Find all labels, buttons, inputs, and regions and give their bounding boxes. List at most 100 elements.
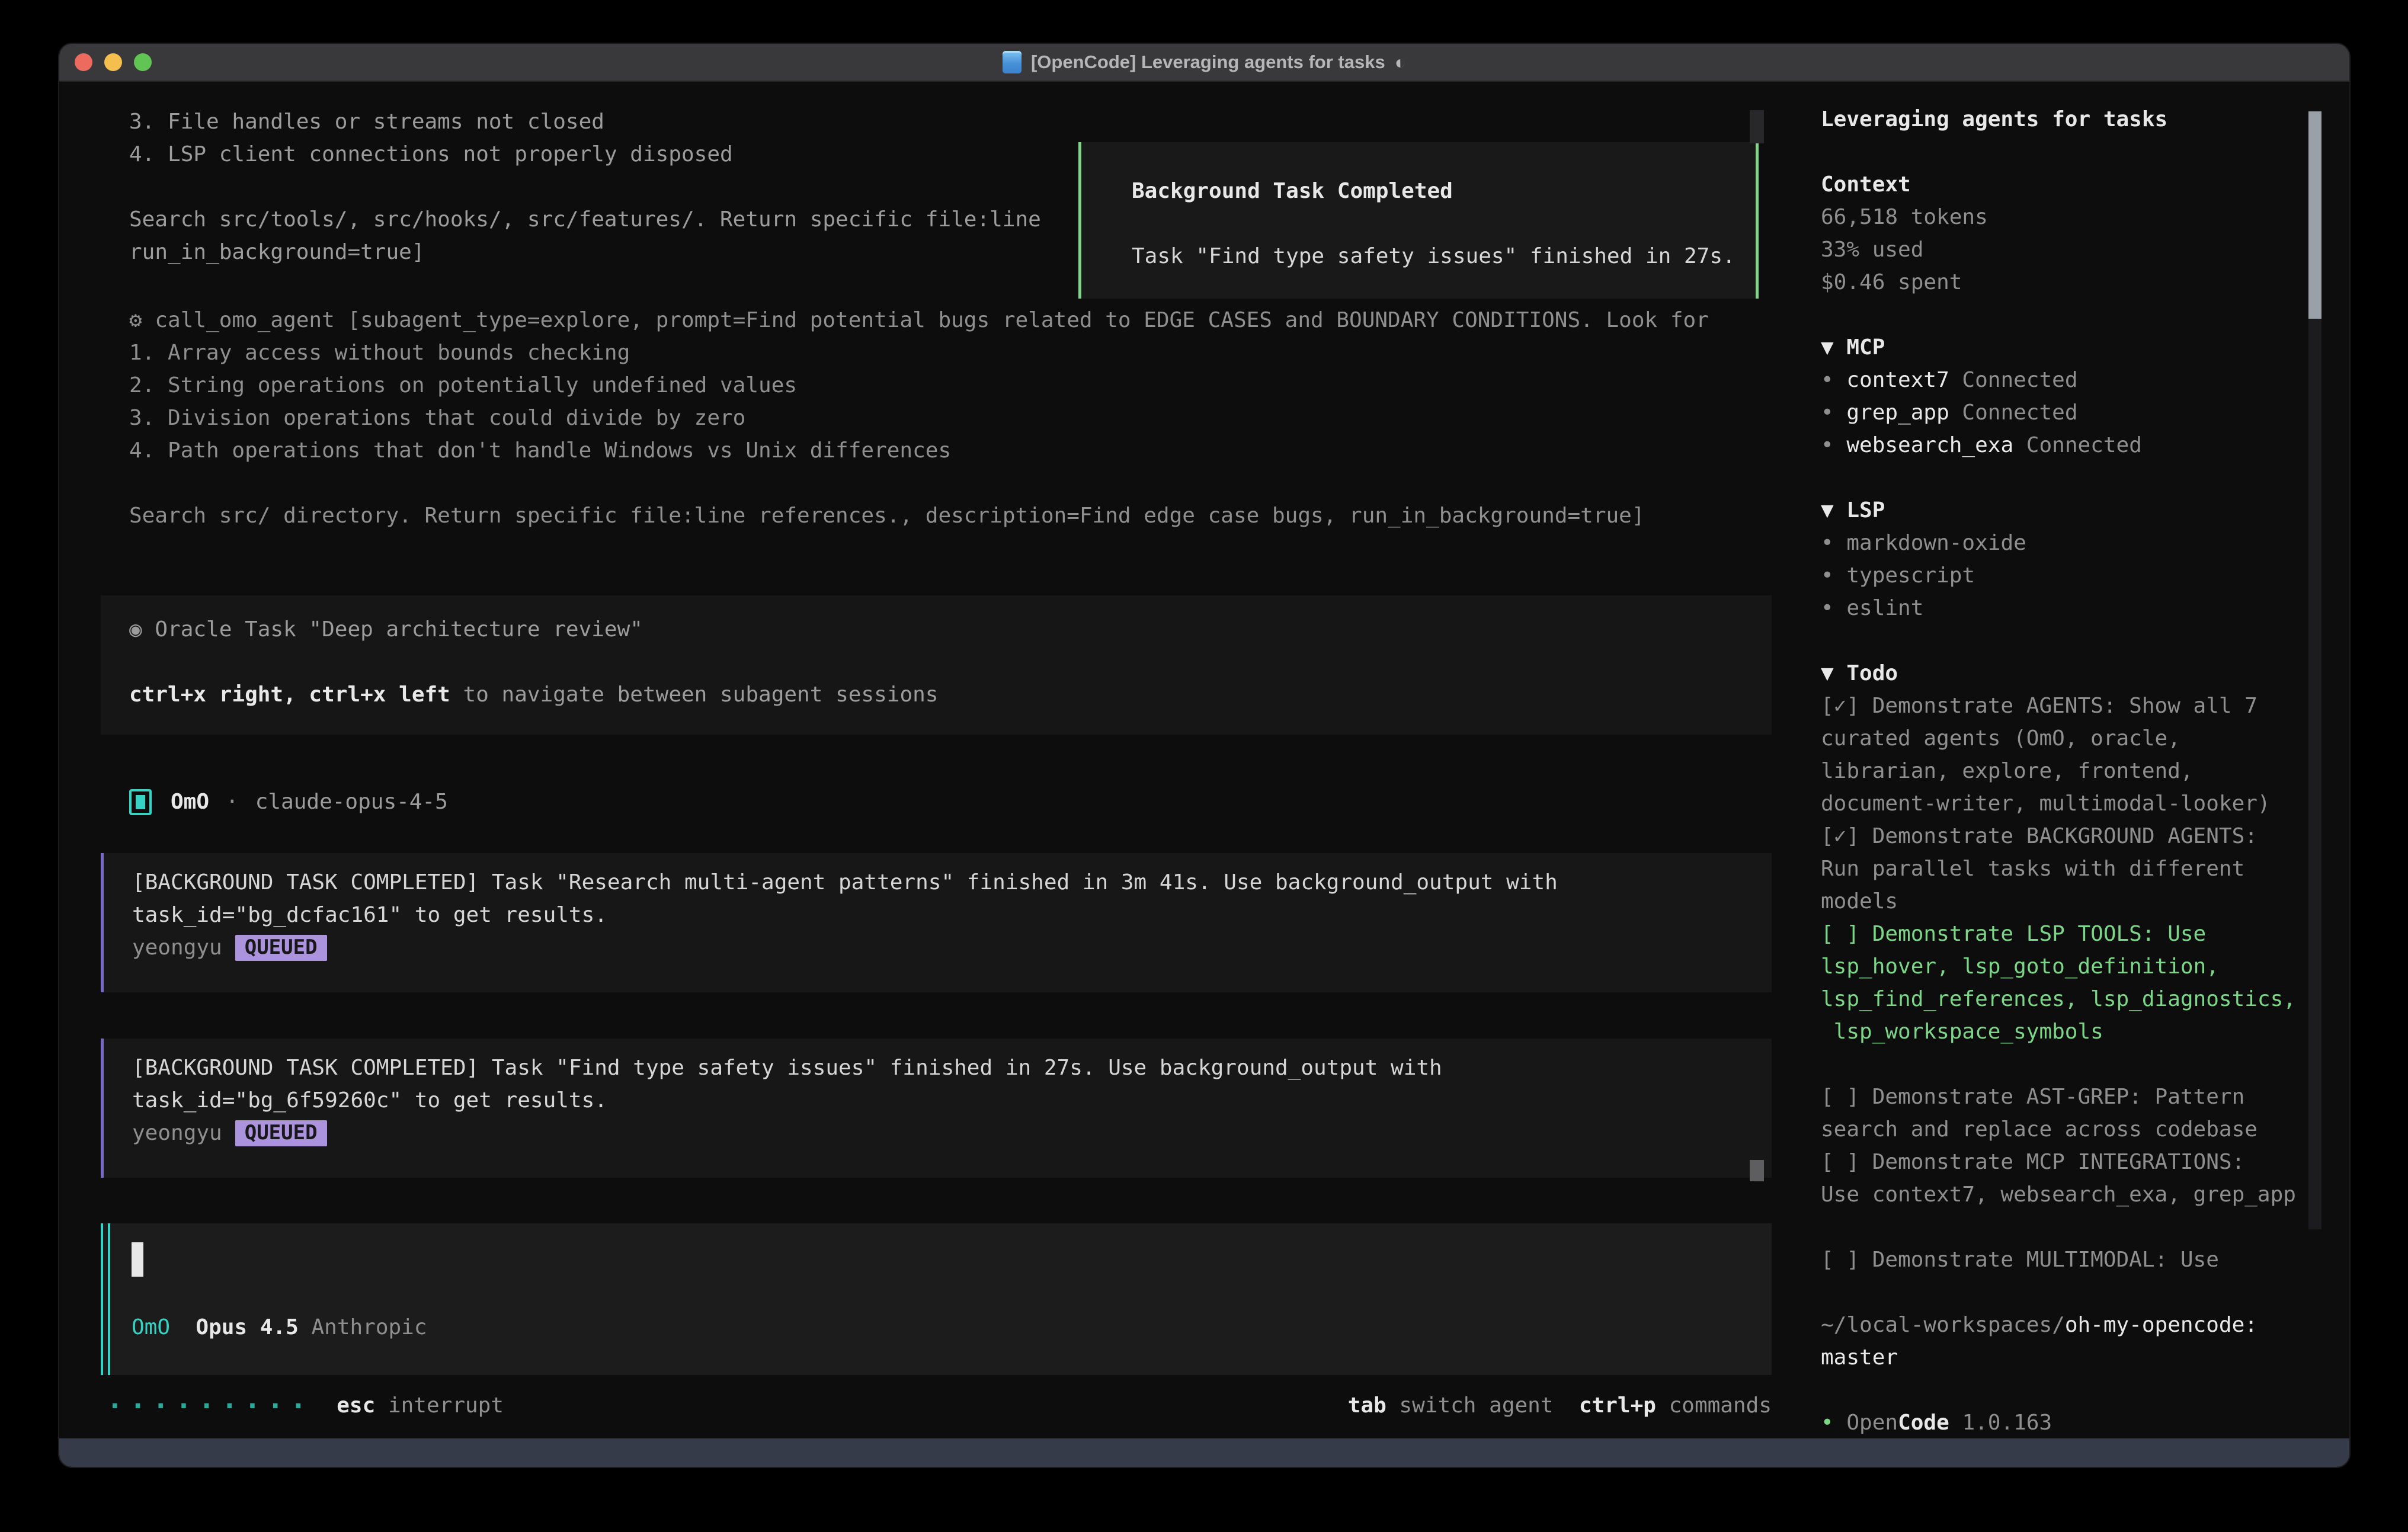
- separator-dot: ·: [209, 786, 255, 818]
- agent-header: OmO · claude-opus-4-5: [129, 786, 448, 818]
- oracle-task-label: ◉ Oracle Task "Deep architecture review": [129, 613, 643, 646]
- lsp-name: typescript: [1846, 563, 1975, 588]
- todo-line-active: lsp_hover, lsp_goto_definition,: [1821, 950, 2319, 983]
- task-message-line: [BACKGROUND TASK COMPLETED] Task "Resear…: [132, 866, 1558, 899]
- bullet-icon: •: [1821, 368, 1846, 392]
- tab-hint: tab switch agent ctrl+p commands: [1348, 1389, 1772, 1422]
- input-accent-rule: [108, 1223, 110, 1375]
- tool-call-line: [129, 467, 1709, 499]
- oracle-hint-line: ctrl+x right, ctrl+x left to navigate be…: [129, 678, 938, 711]
- esc-label: interrupt: [375, 1393, 504, 1418]
- todo-line: [ ] Demonstrate MCP INTEGRATIONS:: [1821, 1146, 2319, 1178]
- toast-body: Task "Find type safety issues" finished …: [1132, 240, 1735, 273]
- todo-line: document-writer, multimodal-looker): [1821, 787, 2319, 820]
- git-branch: master: [1821, 1341, 2319, 1374]
- toast-title: Background Task Completed: [1132, 175, 1453, 207]
- window-bottom-edge: [59, 1438, 2349, 1467]
- half-moon-icon: ◐: [1395, 52, 1406, 73]
- oracle-task-box: ◉ Oracle Task "Deep architecture review"…: [101, 595, 1772, 735]
- lsp-item: • typescript: [1821, 559, 2319, 592]
- ctrl-p-key: ctrl+p: [1579, 1393, 1656, 1418]
- app-window: [OpenCode] Leveraging agents for tasks ◐…: [59, 44, 2349, 1467]
- mcp-section-header[interactable]: ▼ MCP: [1821, 331, 2319, 364]
- task-user: yeongyu: [132, 1117, 222, 1149]
- task-message-meta: yeongyu QUEUED: [132, 1117, 327, 1149]
- main-scrollbar-thumb[interactable]: [1750, 1160, 1764, 1181]
- tab-label: switch agent: [1386, 1393, 1554, 1418]
- app-icon: [1003, 51, 1022, 73]
- lsp-item: • eslint: [1821, 592, 2319, 624]
- terminal-line: [129, 171, 1041, 203]
- task-user: yeongyu: [132, 931, 222, 964]
- tool-call-line: Search src/ directory. Return specific f…: [129, 499, 1709, 532]
- background-task-toast: Background Task Completed Task "Find typ…: [1078, 142, 1759, 299]
- minimize-button[interactable]: [104, 53, 122, 71]
- todo-line: librarian, explore, frontend,: [1821, 755, 2319, 787]
- input-model: Opus 4.5: [196, 1315, 298, 1339]
- close-button[interactable]: [75, 53, 92, 71]
- terminal-line: run_in_background=true]: [129, 236, 1041, 268]
- tool-call-line: 4. Path operations that don't handle Win…: [129, 434, 1709, 467]
- tool-call-block: ⚙ call_omo_agent [subagent_type=explore,…: [129, 304, 1709, 532]
- sidebar: Leveraging agents for tasks Context 66,5…: [1821, 103, 2319, 1439]
- task-message-line: task_id="bg_6f59260c" to get results.: [132, 1084, 607, 1117]
- mcp-item: • grep_app Connected: [1821, 396, 2319, 429]
- bullet-icon: •: [1821, 433, 1846, 457]
- lsp-section-header[interactable]: ▼ LSP: [1821, 494, 2319, 527]
- window-title-group: [OpenCode] Leveraging agents for tasks ◐: [1003, 51, 1406, 73]
- todo-line: search and replace across codebase: [1821, 1113, 2319, 1146]
- scrollback-block-1: 3. File handles or streams not closed 4.…: [129, 105, 1041, 268]
- context-heading: Context: [1821, 168, 2319, 201]
- ctrl-p-label: commands: [1656, 1393, 1772, 1418]
- brand-dim: Open: [1846, 1411, 1898, 1435]
- input-agent: OmO: [132, 1315, 170, 1339]
- terminal-line: 4. LSP client connections not properly d…: [129, 138, 1041, 171]
- esc-key: esc: [337, 1393, 375, 1418]
- tool-call-line: ⚙ call_omo_agent [subagent_type=explore,…: [129, 304, 1709, 336]
- tool-call-line: 2. String operations on potentially unde…: [129, 369, 1709, 402]
- lsp-name: markdown-oxide: [1846, 531, 2026, 555]
- task-message-meta: yeongyu QUEUED: [132, 931, 327, 964]
- lsp-item: • markdown-oxide: [1821, 527, 2319, 559]
- tool-call-line: 1. Array access without bounds checking: [129, 336, 1709, 369]
- maximize-button[interactable]: [134, 53, 152, 71]
- todo-line: [ ] Demonstrate MULTIMODAL: Use: [1821, 1243, 2319, 1276]
- mcp-status: Connected: [2013, 433, 2142, 457]
- todo-line: Use context7, websearch_exa, grep_app: [1821, 1178, 2319, 1211]
- todo-line-active: lsp_workspace_symbols: [1821, 1015, 2319, 1048]
- background-task-message: [BACKGROUND TASK COMPLETED] Task "Find t…: [101, 1039, 1772, 1178]
- window-title: [OpenCode] Leveraging agents for tasks: [1031, 52, 1385, 73]
- task-message-line: task_id="bg_dcfac161" to get results.: [132, 899, 607, 931]
- status-bar-right: tab switch agent ctrl+p commands: [1348, 1389, 1772, 1422]
- input-model-line: OmO Opus 4.5 Anthropic: [132, 1311, 427, 1344]
- repo-name: oh-my-opencode:: [2065, 1313, 2258, 1337]
- version-number: 1.0.163: [1949, 1411, 2052, 1435]
- todo-line-active: lsp_find_references, lsp_diagnostics,: [1821, 983, 2319, 1015]
- spacer: [1554, 1393, 1579, 1418]
- todo-line: [✓] Demonstrate AGENTS: Show all 7: [1821, 690, 2319, 722]
- opencode-version-line: • OpenCode 1.0.163: [1821, 1406, 2319, 1439]
- tab-key: tab: [1348, 1393, 1386, 1418]
- bullet-icon: •: [1821, 400, 1846, 425]
- agent-model: claude-opus-4-5: [255, 786, 448, 818]
- status-dot-icon: •: [1821, 1411, 1846, 1435]
- terminal-line: 3. File handles or streams not closed: [129, 105, 1041, 138]
- main-scrollbar-segment[interactable]: [1750, 110, 1764, 143]
- todo-line: models: [1821, 885, 2319, 918]
- context-tokens: 66,518 tokens: [1821, 201, 2319, 233]
- lsp-name: eslint: [1846, 596, 1923, 620]
- status-bar: ········· esc interrupt tab switch agent…: [107, 1389, 1772, 1422]
- todo-line: [✓] Demonstrate BACKGROUND AGENTS:: [1821, 820, 2319, 852]
- todo-section-header[interactable]: ▼ Todo: [1821, 657, 2319, 690]
- mcp-item: • websearch_exa Connected: [1821, 429, 2319, 461]
- mcp-name: context7: [1846, 368, 1949, 392]
- traffic-lights: [75, 44, 152, 81]
- context-used: 33% used: [1821, 233, 2319, 266]
- context-spent: $0.46 spent: [1821, 266, 2319, 299]
- workspace-path: ~/local-workspaces/oh-my-opencode:: [1821, 1309, 2319, 1341]
- agent-name: OmO: [171, 786, 209, 818]
- background-task-message: [BACKGROUND TASK COMPLETED] Task "Resear…: [101, 853, 1772, 992]
- brand-bold: Code: [1898, 1411, 1949, 1435]
- prompt-input[interactable]: OmO Opus 4.5 Anthropic: [101, 1223, 1772, 1375]
- todo-line: curated agents (OmO, oracle,: [1821, 722, 2319, 755]
